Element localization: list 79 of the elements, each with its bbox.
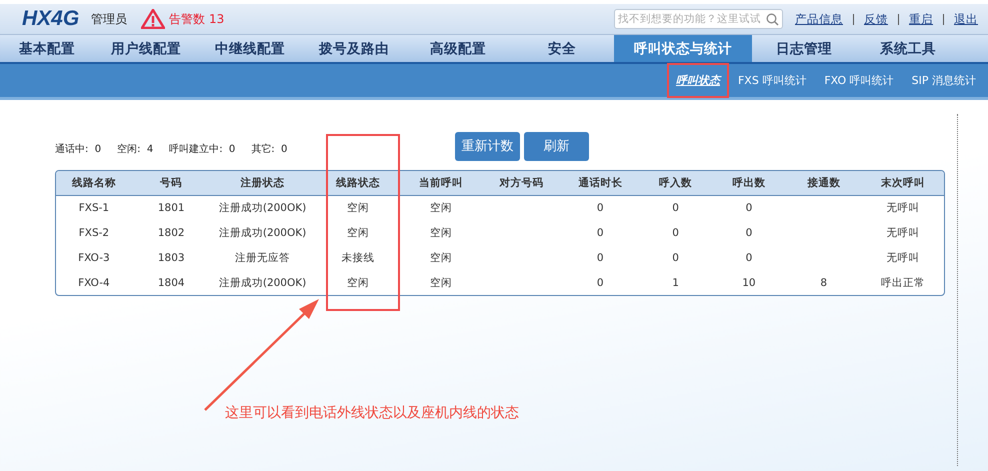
column-header: 线路状态: [334, 176, 381, 191]
table-cell: FXS-2: [78, 227, 110, 240]
header-link[interactable]: 重启: [909, 12, 933, 26]
sub-tab[interactable]: FXS 呼叫统计: [736, 71, 808, 90]
table-cell: 注册成功(200OK): [218, 201, 306, 216]
nav-tab[interactable]: 基本配置: [0, 35, 94, 62]
sub-tab[interactable]: SIP 消息统计: [910, 71, 978, 90]
nav-tab[interactable]: 安全: [510, 35, 614, 62]
column-header: 呼入数: [658, 176, 694, 191]
column-header: 对方号码: [498, 176, 544, 191]
header-link[interactable]: 产品信息: [795, 12, 843, 26]
table-cell: 0: [672, 227, 679, 240]
table-cell: 无呼叫: [886, 250, 920, 265]
table-cell: 空闲: [430, 276, 452, 290]
table-cell: 1802: [158, 227, 185, 240]
column-header: 末次呼叫: [880, 176, 926, 191]
table-cell: 0: [746, 202, 752, 214]
search-icon: [766, 12, 779, 26]
column-header: 通话时长: [577, 176, 624, 191]
column-header: 线路名称: [70, 176, 117, 191]
action-button[interactable]: 刷新: [524, 132, 589, 160]
table-cell: 空闲: [346, 276, 369, 290]
table-cell: 空闲: [346, 201, 369, 216]
highlight-frame: [666, 63, 729, 98]
table-cell: 无呼叫: [886, 226, 920, 240]
sub-tab[interactable]: 呼叫状态: [674, 71, 722, 90]
header-link[interactable]: 退出: [954, 12, 978, 26]
table-cell: 0: [672, 202, 679, 214]
status-count: 通话中: 0: [55, 142, 102, 156]
nav-tab[interactable]: 用户线配置: [94, 35, 198, 62]
table-cell: FXO-4: [78, 276, 110, 289]
table-cell: 0: [746, 252, 752, 264]
logo: HX4G: [22, 7, 80, 31]
table-cell: 0: [596, 227, 604, 240]
column-header: 当前呼叫: [418, 176, 464, 191]
status-count: 其它: 0: [251, 142, 288, 156]
column-header: 呼出数: [731, 176, 766, 191]
table-cell: 1803: [158, 252, 185, 264]
table-cell: 空闲: [430, 250, 452, 265]
table-cell: 0: [746, 227, 752, 240]
header-link[interactable]: 反馈: [864, 12, 888, 26]
table-cell: 0: [596, 276, 604, 289]
table-cell: 0: [596, 252, 604, 264]
table-cell: 无呼叫: [886, 201, 920, 216]
table-cell: 10: [742, 276, 756, 289]
column-header: 接通数: [806, 176, 842, 191]
table-cell: 注册成功(200OK): [218, 226, 306, 240]
table-cell: 1: [672, 276, 679, 289]
column-header: 注册状态: [240, 176, 286, 191]
table-cell: 未接线: [341, 250, 374, 265]
sub-tab[interactable]: FXO 呼叫统计: [822, 71, 896, 90]
table-cell: 呼出正常: [881, 276, 926, 290]
table-cell: 空闲: [346, 226, 369, 240]
alarm-count: 告警数 13: [169, 10, 224, 28]
nav-tab[interactable]: 系统工具: [856, 35, 960, 62]
table-cell: 0: [672, 252, 679, 264]
nav-tab[interactable]: 拨号及路由: [302, 35, 406, 62]
warning-icon: [141, 9, 166, 29]
table-cell: FXO-3: [78, 252, 110, 264]
table-cell: 1804: [158, 276, 185, 289]
status-count: 空闲: 4: [117, 142, 154, 156]
table-cell: 8: [820, 276, 828, 289]
column-header: 号码: [159, 176, 184, 191]
table-cell: 注册成功(200OK): [218, 276, 306, 290]
nav-tab[interactable]: 高级配置: [406, 35, 510, 62]
status-count: 呼叫建立中: 0: [169, 142, 236, 156]
user-role: 管理员: [91, 10, 128, 28]
action-button[interactable]: 重新计数: [455, 132, 520, 160]
nav-tab[interactable]: 中继线配置: [198, 35, 302, 62]
annotation-text: 这里可以看到电话外线状态以及座机内线的状态: [225, 404, 519, 422]
table-cell: 1801: [158, 202, 185, 214]
search-field[interactable]: 找不到想要的功能？这里试试: [614, 9, 783, 29]
nav-tab[interactable]: 日志管理: [752, 35, 856, 62]
table-cell: FXS-1: [78, 202, 110, 214]
nav-tab[interactable]: 呼叫状态与统计: [614, 35, 752, 62]
table-cell: 空闲: [430, 201, 452, 216]
table-cell: 空闲: [430, 226, 452, 240]
table-cell: 注册无应答: [235, 250, 290, 265]
table-cell: 0: [596, 202, 604, 214]
